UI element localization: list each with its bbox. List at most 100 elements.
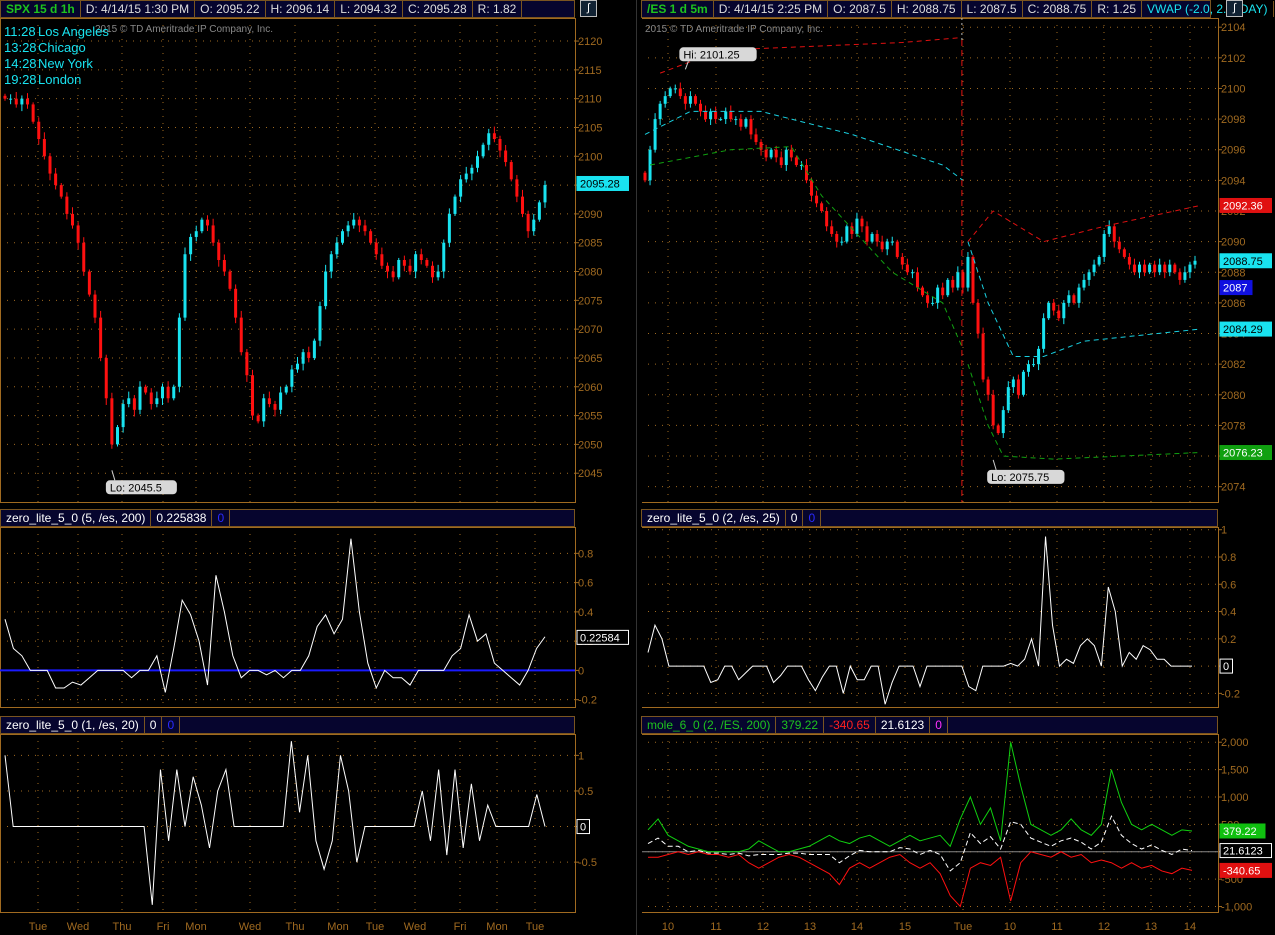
close-value: C: 2095.28 [403, 1, 473, 17]
x-tick-label: 13 [804, 921, 816, 933]
study-name[interactable]: zero_lite_5_0 (5, /es, 200) [1, 510, 152, 526]
candle-body [161, 386, 164, 399]
candle-body [104, 357, 108, 399]
candle-body [709, 111, 713, 120]
candle-body [397, 260, 401, 278]
candle-body [144, 386, 148, 393]
candle-body [1143, 264, 1147, 273]
candle-body [346, 225, 350, 232]
y-tick-label: 2096 [1221, 145, 1245, 157]
bar-date: D: 4/14/15 1:30 PM [81, 1, 196, 17]
candle-body [1183, 272, 1187, 280]
y-tick-label: 2074 [1221, 482, 1245, 494]
candle-body [301, 352, 305, 364]
range-value: R: 1.25 [1092, 1, 1143, 17]
candle-body [870, 233, 874, 242]
x-tick-label: Fri [157, 921, 170, 933]
price-tag-label: 2084.29 [1223, 324, 1263, 336]
candle-body [121, 404, 125, 428]
panel-frame [641, 527, 1219, 708]
candle-body [1127, 256, 1131, 265]
high-value: H: 2088.75 [892, 1, 962, 17]
candle-body [324, 271, 328, 307]
candle-body [65, 196, 69, 214]
candle-body [222, 260, 226, 272]
y-tick-label: 2070 [578, 324, 602, 336]
price-tag-label: 0 [1223, 661, 1229, 673]
panel-frame [641, 18, 1219, 503]
clock-time: 11:28 [4, 24, 36, 39]
x-tick-label: 10 [1004, 921, 1016, 933]
y-tick-label: 2100 [1221, 83, 1245, 95]
candle-body [9, 98, 13, 100]
candle-body [194, 231, 198, 237]
candle-body [419, 254, 423, 260]
candle-body [42, 139, 46, 157]
mole-green-value: 379.22 [776, 717, 825, 733]
y-tick-label: 2086 [1221, 298, 1245, 310]
chart-style-icon[interactable]: ∫ [1226, 0, 1243, 17]
candle-body [402, 260, 406, 266]
candle-body [290, 369, 294, 387]
candle-body [966, 256, 970, 288]
candle-body [245, 352, 249, 376]
candle-body [352, 219, 356, 226]
candle-body [905, 264, 909, 273]
candle-body [729, 111, 733, 120]
chart-style-icon[interactable]: ∫ [580, 0, 597, 17]
candle-body [374, 242, 378, 255]
study-value-2: 0 [162, 717, 181, 733]
candle-body [543, 185, 547, 203]
candle-body [431, 265, 434, 278]
oscillator-line [647, 536, 1192, 705]
candle-body [476, 156, 479, 168]
pane-splitter[interactable] [636, 0, 642, 935]
candle-body [699, 103, 703, 112]
candle-body [273, 404, 277, 410]
y-tick-label: 0 [578, 665, 584, 677]
candle-body [1112, 226, 1116, 242]
symbol-label[interactable]: SPX 15 d 1h [1, 1, 81, 17]
study-name[interactable]: mole_6_0 (2, /ES, 200) [642, 717, 777, 733]
candle-body [391, 271, 395, 278]
price-tag-label: 2088.75 [1223, 256, 1263, 268]
candle-body [678, 88, 682, 97]
candle-body [211, 225, 215, 243]
candle-body [1188, 264, 1192, 273]
vwap-study-label[interactable]: VWAP (-2.0, 2.0, DAY) [1142, 1, 1274, 17]
candle-body [915, 272, 919, 288]
candle-body [312, 340, 316, 358]
candle-body [515, 179, 519, 197]
candle-body [200, 219, 204, 232]
candle-body [206, 219, 209, 226]
candle-body [1032, 364, 1036, 366]
study-value: 0 [145, 717, 163, 733]
y-tick-label: 0.4 [1221, 607, 1236, 619]
study-name[interactable]: zero_lite_5_0 (1, /es, 20) [1, 717, 145, 733]
clock-row: 19:28London [4, 72, 81, 88]
candle-body [1132, 264, 1136, 273]
candle-body [1102, 233, 1106, 257]
candle-body [653, 119, 657, 150]
candle-body [284, 386, 288, 393]
candle-body [810, 180, 814, 196]
y-tick-label: 2045 [578, 468, 602, 480]
x-tick-label: Thu [113, 921, 132, 933]
candle-body [177, 317, 181, 387]
study-name[interactable]: zero_lite_5_0 (2, /es, 25) [642, 510, 786, 526]
y-tick-label: 2055 [578, 411, 602, 423]
y-tick-label: 2090 [1221, 237, 1245, 249]
symbol-label[interactable]: /ES 1 d 5m [642, 1, 714, 17]
y-tick-label: 2065 [578, 353, 602, 365]
price-tag-label: 2087 [1223, 283, 1247, 295]
candle-body [825, 210, 829, 227]
x-tick-label: 12 [1098, 921, 1110, 933]
candle-body [668, 88, 672, 97]
candle-body [991, 394, 995, 426]
candle-body [228, 271, 232, 289]
candle-body [464, 173, 468, 180]
x-tick-label: Mon [185, 921, 206, 933]
x-tick-label: 10 [662, 921, 674, 933]
candle-body [1163, 264, 1167, 273]
candle-body [1148, 264, 1152, 273]
